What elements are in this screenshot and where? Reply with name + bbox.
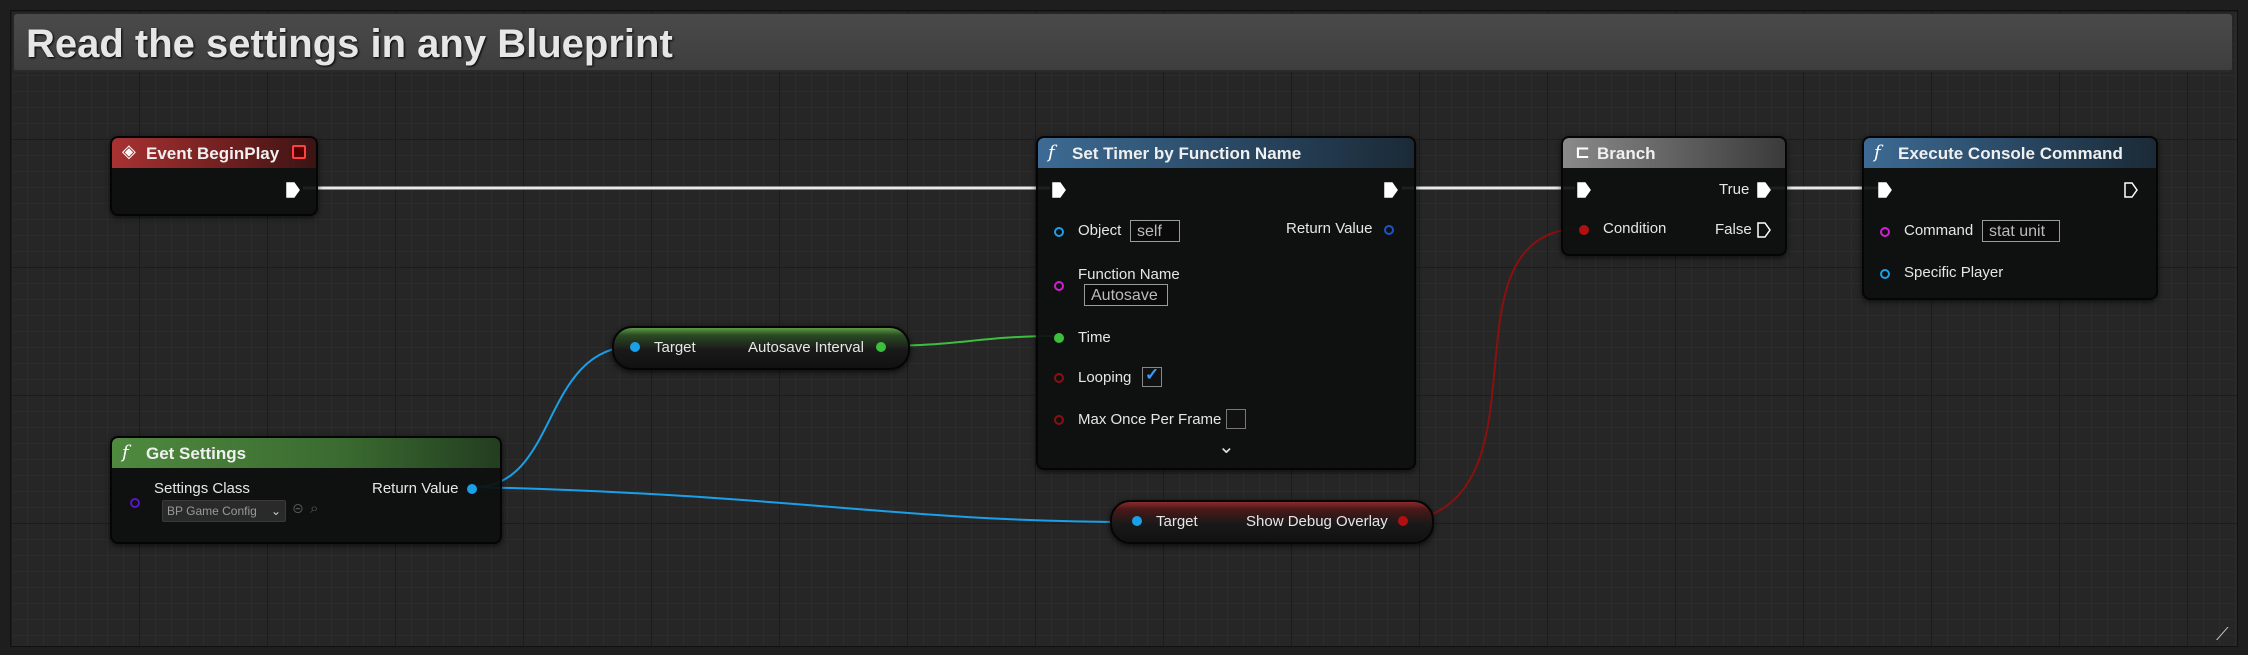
max-once-checkbox[interactable] [1226,409,1246,429]
expand-advanced-chevron-icon[interactable]: ⌄ [1218,434,1235,458]
true-label: True [1719,181,1750,198]
execute-console-command-node[interactable]: f Execute Console Command Command stat u… [1862,136,2158,300]
settings-class-dropdown[interactable]: BP Game Config ⌄ [162,500,286,522]
object-wire-settings-to-debug [473,486,1136,523]
looping-label: Looping [1078,369,1132,386]
specific-player-label: Specific Player [1904,264,2004,281]
set-timer-title: Set Timer by Function Name [1072,144,1302,163]
return-value-label: Return Value [1286,220,1373,237]
condition-label: Condition [1603,220,1667,237]
max-once-label: Max Once Per Frame [1078,411,1222,428]
function-name-label: Function Name [1078,266,1180,283]
object-value-field[interactable]: self [1130,220,1180,242]
max-once-input-pin[interactable] [1054,415,1064,425]
branch-title: Branch [1597,144,1656,163]
function-icon: f [1874,142,1881,163]
event-beginplay-title: Event BeginPlay [146,144,280,163]
target-label: Target [654,339,696,356]
resize-grip-icon[interactable]: ⟋ [2216,624,2229,645]
get-settings-node[interactable]: f Get Settings Settings Class BP Game Co… [110,436,502,544]
target-input-pin[interactable] [1132,516,1142,526]
false-label: False [1715,221,1752,238]
execute-console-header[interactable]: f Execute Console Command [1864,138,2156,168]
settings-class-input-pin[interactable] [130,498,140,508]
branch-node[interactable]: ⊏ Branch True Condition False [1561,136,1787,256]
get-settings-title: Get Settings [146,444,247,463]
browse-search-icon[interactable]: ⌕ [310,499,318,517]
target-label: Target [1156,513,1198,530]
time-input-pin[interactable] [1054,333,1064,343]
show-debug-overlay-getter-node[interactable]: Target Show Debug Overlay [1110,500,1434,544]
exec-input-pin[interactable] [1577,182,1591,198]
exec-input-pin[interactable] [1052,182,1066,198]
branch-header[interactable]: ⊏ Branch [1563,138,1785,168]
exec-input-pin[interactable] [1878,182,1892,198]
autosave-interval-getter-node[interactable]: Target Autosave Interval [612,326,910,370]
target-input-pin[interactable] [630,342,640,352]
condition-input-pin[interactable] [1579,225,1589,235]
function-name-field[interactable]: Autosave [1084,284,1168,306]
exec-output-pin[interactable] [2124,182,2138,198]
return-value-output-pin[interactable] [467,484,477,494]
looping-checkbox[interactable]: ✓ [1142,365,1162,387]
bool-wire-debug-to-condition [1403,227,1586,523]
time-label: Time [1078,329,1111,346]
branch-icon: ⊏ [1575,142,1591,163]
object-label: Object [1078,222,1122,239]
event-beginplay-node[interactable]: ◈ Event BeginPlay [110,136,318,216]
object-input-pin[interactable] [1054,227,1064,237]
set-timer-header[interactable]: f Set Timer by Function Name [1038,138,1414,168]
command-input-pin[interactable] [1880,227,1890,237]
use-selected-asset-icon[interactable]: ⊝ [292,501,304,517]
autosave-interval-label: Autosave Interval [748,339,864,356]
false-exec-output-pin[interactable] [1757,222,1771,238]
command-label: Command [1904,222,1974,239]
return-value-label: Return Value [372,480,459,497]
true-exec-output-pin[interactable] [1757,182,1771,198]
autosave-interval-output-pin[interactable] [876,342,886,352]
execute-console-title: Execute Console Command [1898,144,2123,163]
checkmark-icon: ✓ [1145,365,1160,384]
function-icon: f [122,442,129,463]
set-timer-node[interactable]: f Set Timer by Function Name Object self… [1036,136,1416,470]
specific-player-input-pin[interactable] [1880,269,1890,279]
event-beginplay-header[interactable]: ◈ Event BeginPlay [112,138,316,168]
event-delegate-icon[interactable] [292,145,306,159]
command-value-field[interactable]: stat unit [1982,220,2060,242]
exec-output-pin[interactable] [1384,182,1398,198]
show-debug-overlay-output-pin[interactable] [1398,516,1408,526]
settings-class-value: BP Game Config [167,504,257,518]
chevron-down-icon: ⌄ [270,504,281,518]
function-icon: f [1048,142,1055,163]
settings-class-label: Settings Class [154,480,250,497]
event-diamond-icon: ◈ [122,141,136,162]
get-settings-header[interactable]: f Get Settings [112,438,500,468]
exec-output-pin[interactable] [286,182,300,198]
function-name-input-pin[interactable] [1054,281,1064,291]
return-value-output-pin[interactable] [1384,225,1394,235]
show-debug-overlay-label: Show Debug Overlay [1246,513,1388,530]
looping-input-pin[interactable] [1054,373,1064,383]
